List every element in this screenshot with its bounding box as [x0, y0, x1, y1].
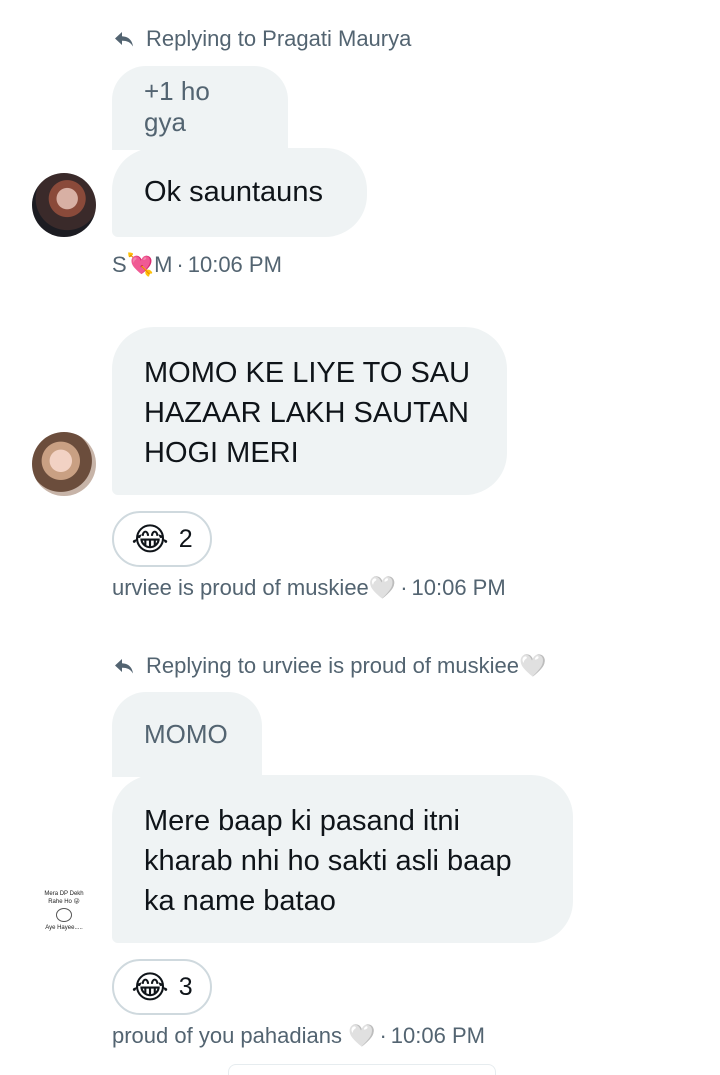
message-text: Ok sauntauns	[144, 176, 323, 208]
message-line: MOMO KE LIYE TO SAU	[144, 357, 471, 389]
sender-name[interactable]: S💘M	[112, 252, 172, 278]
laughing-emoji-icon: 😂	[131, 521, 169, 557]
quoted-message[interactable]: +1 ho gya	[112, 66, 288, 150]
avatar[interactable]	[32, 173, 96, 237]
timestamp: 10:06 PM	[187, 252, 282, 277]
message-line: HAZAAR LAKH SAUTAN	[144, 397, 469, 429]
timestamp: 10:06 PM	[390, 1023, 485, 1048]
avatar-caption: Mera DP Dekh	[44, 891, 84, 897]
reaction-pill[interactable]: 😂 3	[112, 959, 212, 1015]
sender-name[interactable]: proud of you pahadians 🤍	[112, 1023, 375, 1049]
reply-label: Replying to Pragati Maurya	[146, 26, 412, 51]
quoted-message[interactable]: MOMO	[112, 692, 262, 777]
message-meta: S💘M · 10:06 PM	[112, 252, 282, 278]
reaction-count: 2	[178, 524, 193, 553]
message-line: HOGI MERI	[144, 437, 299, 469]
message-bubble[interactable]: Ok sauntauns	[112, 148, 367, 237]
message-line: kharab nhi ho sakti asli baap	[144, 845, 512, 877]
avatar-caption: Rahe Ho 😜	[48, 899, 80, 905]
message-line: Mere baap ki pasand itni	[144, 805, 460, 837]
reply-label: Replying to urviee is proud of muskiee🤍	[146, 653, 547, 678]
reaction-pill[interactable]: 😂 2	[112, 511, 212, 567]
message-line: ka name batao	[144, 885, 336, 917]
avatar[interactable]	[32, 432, 96, 496]
message-bubble[interactable]: MOMO KE LIYE TO SAU HAZAAR LAKH SAUTAN H…	[112, 327, 507, 495]
separator: ·	[400, 575, 408, 600]
avatar[interactable]: Mera DP Dekh Rahe Ho 😜 Aye Hayee.....	[32, 879, 96, 943]
reaction-count: 3	[178, 972, 193, 1001]
reply-indicator[interactable]: Replying to Pragati Maurya	[112, 24, 411, 54]
avatar-face-icon	[56, 908, 72, 922]
avatar-caption: Aye Hayee.....	[45, 925, 83, 931]
separator: ·	[176, 252, 184, 277]
timestamp: 10:06 PM	[411, 575, 506, 600]
message-bubble[interactable]: Mere baap ki pasand itni kharab nhi ho s…	[112, 775, 573, 943]
message-meta: urviee is proud of muskiee🤍 · 10:06 PM	[112, 575, 506, 601]
sender-name[interactable]: urviee is proud of muskiee🤍	[112, 575, 396, 601]
laughing-emoji-icon: 😂	[131, 969, 169, 1005]
message-meta: proud of you pahadians 🤍 · 10:06 PM	[112, 1023, 485, 1049]
quoted-text: MOMO	[144, 719, 228, 749]
separator: ·	[379, 1023, 387, 1048]
reply-indicator[interactable]: Replying to urviee is proud of muskiee🤍	[112, 651, 546, 681]
reply-arrow-icon	[115, 659, 133, 674]
quoted-text: +1 ho gya	[144, 76, 210, 137]
reply-arrow-icon	[115, 32, 133, 47]
next-item-edge	[228, 1064, 496, 1075]
